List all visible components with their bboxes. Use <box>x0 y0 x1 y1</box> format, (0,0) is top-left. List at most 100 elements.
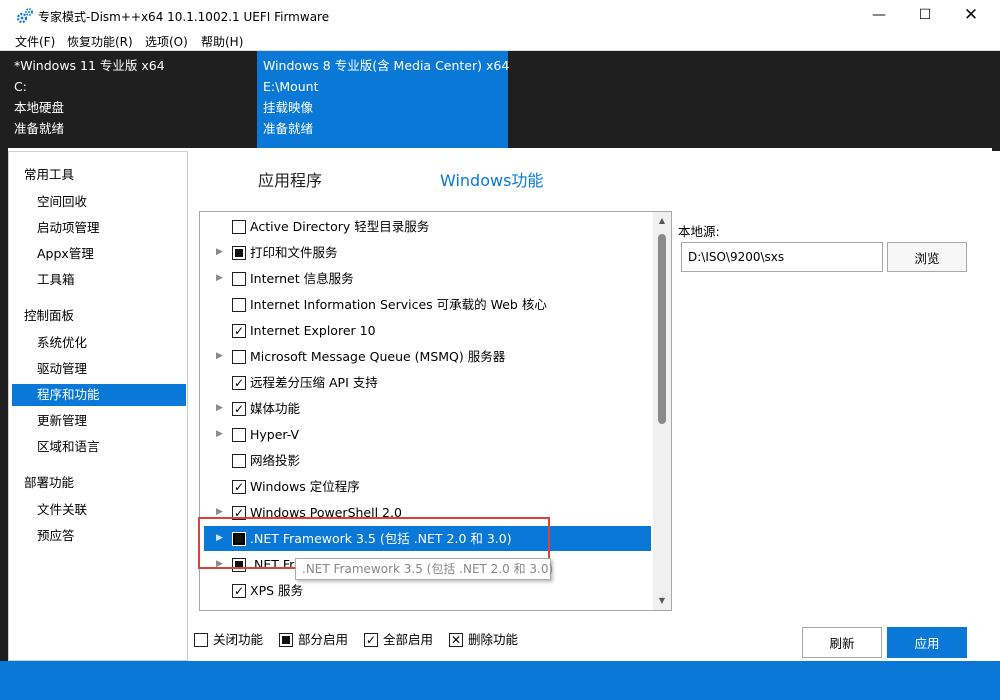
scroll-up-icon[interactable]: ▲ <box>653 212 671 230</box>
main-panel: 应用程序 Windows功能 Active Directory 轻型目录服务 ▶ 打… <box>189 151 1000 661</box>
title-bar: 专家模式-Dism++x64 10.1.1002.1 UEFI Firmware… <box>0 0 1000 31</box>
feature-row[interactable]: ✓ Windows 定位程序 <box>204 474 651 499</box>
legend-label: 删除功能 <box>468 632 519 647</box>
minimize-icon: — <box>872 7 886 23</box>
window-title: 专家模式-Dism++x64 10.1.1002.1 UEFI Firmware <box>38 10 330 24</box>
feature-checkbox[interactable]: ✓ <box>232 402 246 416</box>
feature-list-scrollbar[interactable]: ▲ ▼ <box>653 212 671 610</box>
checkmark-icon: ✓ <box>233 480 245 494</box>
close-button[interactable]: ✕ <box>948 0 994 31</box>
feature-row[interactable]: ▶ 打印和文件服务 <box>204 240 651 265</box>
feature-tooltip: .NET Framework 3.5 (包括 .NET 2.0 和 3.0) <box>295 558 553 580</box>
feature-checkbox[interactable] <box>232 350 246 364</box>
scrollbar-thumb[interactable] <box>658 234 666 424</box>
image-pane-windows-8[interactable]: Windows 8 专业版(含 Media Center) x64 E:\Mou… <box>257 51 509 148</box>
feature-label: 远程差分压缩 API 支持 <box>250 375 378 390</box>
feature-checkbox[interactable]: ✓ <box>232 376 246 390</box>
close-icon: ✕ <box>963 5 979 25</box>
feature-row[interactable]: 网络投影 <box>204 448 651 473</box>
nav-item-drivers[interactable]: 驱动管理 <box>12 358 186 380</box>
legend-disabled: 关闭功能 <box>194 631 274 649</box>
checkmark-icon: ✓ <box>233 402 245 416</box>
feature-label: Windows 定位程序 <box>250 479 360 494</box>
feature-label: Microsoft Message Queue (MSMQ) 服务器 <box>250 349 506 364</box>
browse-button[interactable]: 浏览 <box>887 242 967 272</box>
feature-checkbox[interactable] <box>232 246 246 260</box>
checkmark-icon: ✓ <box>233 584 245 598</box>
tab-windows-features[interactable]: Windows功能 <box>440 167 543 191</box>
nav-item-unattend[interactable]: 预应答 <box>12 525 186 547</box>
image-type: 本地硬盘 <box>14 100 65 115</box>
left-nav: 常用工具 空间回收 启动项管理 Appx管理 工具箱 控制面板 系统优化 驱动管… <box>8 151 188 661</box>
feature-checkbox[interactable] <box>232 428 246 442</box>
feature-label: XPS 服务 <box>250 583 304 598</box>
expand-arrow-icon[interactable]: ▶ <box>216 396 226 421</box>
image-type: 挂载映像 <box>263 100 314 115</box>
feature-checkbox[interactable] <box>232 454 246 468</box>
local-source-input[interactable] <box>681 242 883 272</box>
maximize-button[interactable]: ☐ <box>902 0 948 31</box>
expand-arrow-icon[interactable]: ▶ <box>216 422 226 447</box>
feature-row[interactable]: ✓ 远程差分压缩 API 支持 <box>204 370 651 395</box>
feature-label: 媒体功能 <box>250 401 301 416</box>
feature-checkbox[interactable] <box>232 220 246 234</box>
menu-file[interactable]: 文件(F) <box>15 33 55 50</box>
legend-enabled: ✓ 全部启用 <box>364 631 444 649</box>
image-pane-windows-11[interactable]: *Windows 11 专业版 x64 C: 本地硬盘 准备就绪 <box>8 51 258 148</box>
expand-arrow-icon[interactable]: ▶ <box>216 266 226 291</box>
feature-row[interactable]: ▶ ✓ 媒体功能 <box>204 396 651 421</box>
legend-deleted: ✕ 删除功能 <box>449 631 529 649</box>
legend-label: 部分启用 <box>298 632 349 647</box>
feature-row[interactable]: Internet Information Services 可承载的 Web 核… <box>204 292 651 317</box>
menu-options[interactable]: 选项(O) <box>145 33 188 50</box>
image-bar: *Windows 11 专业版 x64 C: 本地硬盘 准备就绪 Windows… <box>0 51 1000 148</box>
feature-row[interactable]: Active Directory 轻型目录服务 <box>204 214 651 239</box>
feature-label: Internet Information Services 可承载的 Web 核… <box>250 297 547 312</box>
apply-button[interactable]: 应用 <box>887 627 967 658</box>
nav-item-system-optimize[interactable]: 系统优化 <box>12 332 186 354</box>
feature-checkbox[interactable] <box>232 272 246 286</box>
feature-checkbox[interactable] <box>232 298 246 312</box>
menu-help[interactable]: 帮助(H) <box>201 33 243 50</box>
maximize-icon: ☐ <box>918 7 932 23</box>
feature-checkbox[interactable]: ✓ <box>232 584 246 598</box>
nav-group-deploy: 部署功能 <box>24 475 75 490</box>
expand-arrow-icon[interactable]: ▶ <box>216 240 226 265</box>
nav-item-space-cleanup[interactable]: 空间回收 <box>12 191 186 213</box>
nav-item-programs-features[interactable]: 程序和功能 <box>12 384 186 406</box>
menu-bar: 文件(F) 恢复功能(R) 选项(O) 帮助(H) <box>0 31 1000 51</box>
checkmark-icon: ✓ <box>233 324 245 338</box>
image-drive: C: <box>14 79 27 94</box>
refresh-button[interactable]: 刷新 <box>802 627 882 658</box>
feature-row[interactable]: ✓ Internet Explorer 10 <box>204 318 651 343</box>
image-status: 准备就绪 <box>14 121 65 136</box>
feature-row[interactable]: ▶ Microsoft Message Queue (MSMQ) 服务器 <box>204 344 651 369</box>
feature-label: Internet Explorer 10 <box>250 323 376 338</box>
checkbox-cross-icon: ✕ <box>449 633 463 647</box>
local-source-label: 本地源: <box>678 224 720 239</box>
feature-checkbox[interactable]: ✓ <box>232 480 246 494</box>
feature-label: 打印和文件服务 <box>250 245 338 260</box>
feature-label: Hyper-V <box>250 427 300 442</box>
feature-row[interactable]: ▶ Hyper-V <box>204 422 651 447</box>
expand-arrow-icon[interactable]: ▶ <box>216 344 226 369</box>
nav-item-startup[interactable]: 启动项管理 <box>12 217 186 239</box>
nav-item-file-association[interactable]: 文件关联 <box>12 499 186 521</box>
legend-partial: 部分启用 <box>279 631 359 649</box>
feature-row[interactable]: ▶ Internet 信息服务 <box>204 266 651 291</box>
nav-item-appx[interactable]: Appx管理 <box>12 243 186 265</box>
nav-group-control-panel: 控制面板 <box>24 308 75 323</box>
gears-icon <box>16 8 33 24</box>
nav-item-updates[interactable]: 更新管理 <box>12 410 186 432</box>
feature-checkbox[interactable]: ✓ <box>232 324 246 338</box>
image-name: *Windows 11 专业版 x64 <box>14 58 165 73</box>
nav-item-toolbox[interactable]: 工具箱 <box>12 269 186 291</box>
status-bar <box>0 661 1000 700</box>
feature-label: Internet 信息服务 <box>250 271 354 286</box>
feature-row[interactable]: ✓ XPS 服务 <box>204 578 651 603</box>
menu-restore[interactable]: 恢复功能(R) <box>67 33 133 50</box>
minimize-button[interactable]: — <box>856 0 902 31</box>
nav-item-region-language[interactable]: 区域和语言 <box>12 436 186 458</box>
tab-applications[interactable]: 应用程序 <box>258 167 322 191</box>
scroll-down-icon[interactable]: ▼ <box>653 592 671 610</box>
